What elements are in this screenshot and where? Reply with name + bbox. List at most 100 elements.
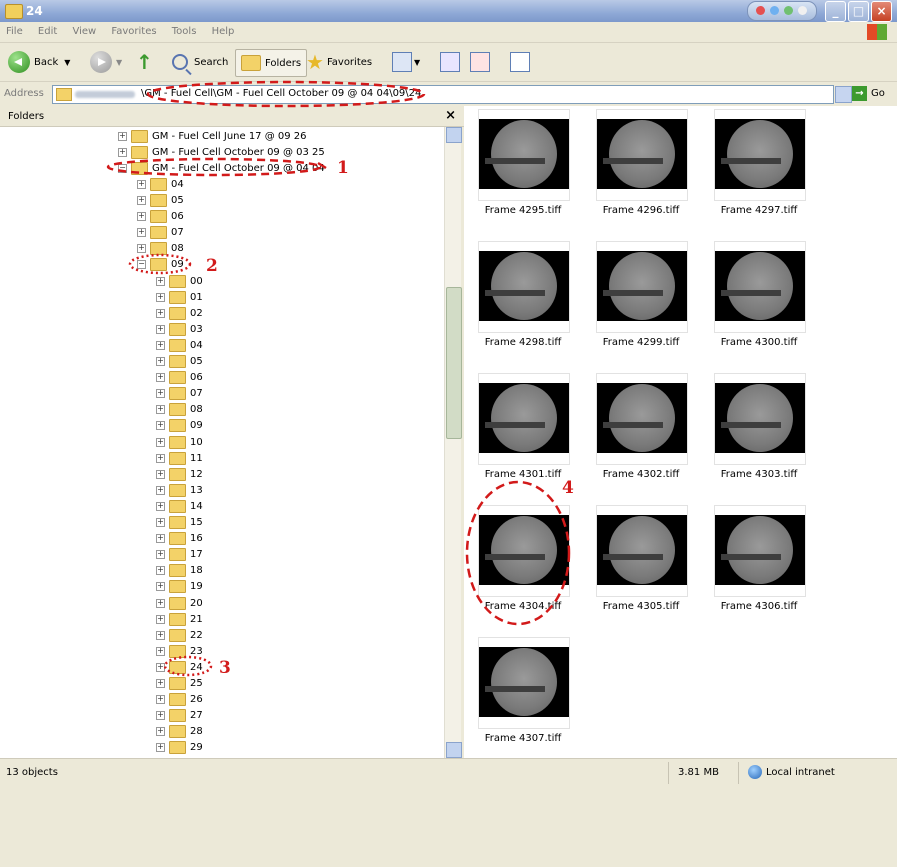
address-dropdown-button[interactable] [835,86,852,103]
address-input[interactable]: \GM - Fuel Cell\GM - Fuel Cell October 0… [52,85,834,104]
scroll-thumb[interactable] [446,287,462,439]
file-thumbnail[interactable] [478,637,570,729]
tree-item[interactable]: +05 [137,192,184,208]
tree-item[interactable]: +20 [156,595,203,611]
file-thumbnail[interactable] [596,373,688,465]
file-name-label[interactable]: Frame 4295.tiff [463,205,583,216]
expand-toggle-icon[interactable]: + [156,421,165,431]
tree-item[interactable]: +14 [156,498,203,514]
file-name-label[interactable]: Frame 4299.tiff [581,337,701,348]
expand-toggle-icon[interactable]: + [156,662,165,672]
expand-toggle-icon[interactable]: + [156,308,165,318]
tree-item[interactable]: +09 [156,418,203,434]
file-name-label[interactable]: Frame 4297.tiff [699,205,819,216]
expand-toggle-icon[interactable]: + [118,131,127,141]
expand-toggle-icon[interactable]: + [156,405,165,415]
tree-item[interactable]: + GM - Fuel Cell October 09 @ 03 25 [118,144,325,160]
tree-item[interactable]: +19 [156,579,203,595]
tree-item[interactable]: +06 [156,370,203,386]
file-name-label[interactable]: Frame 4306.tiff [699,601,819,612]
file-thumbnail[interactable] [478,109,570,201]
tree-item[interactable]: +25 [156,676,203,692]
file-name-label[interactable]: Frame 4298.tiff [463,337,583,348]
tree-item[interactable]: +27 [156,708,203,724]
tree-item[interactable]: +07 [156,386,203,402]
file-name-label[interactable]: Frame 4303.tiff [699,469,819,480]
go-button[interactable]: → Go [852,86,885,101]
file-thumbnail[interactable] [478,241,570,333]
tree-item[interactable]: +17 [156,547,203,563]
expand-toggle-icon[interactable]: + [137,243,146,253]
tree-item[interactable]: +04 [156,337,203,353]
expand-toggle-icon[interactable]: + [156,437,165,447]
expand-toggle-icon[interactable]: + [156,598,165,608]
scroll-up-button[interactable] [446,127,462,143]
file-name-label[interactable]: Frame 4304.tiff [463,601,583,612]
expand-toggle-icon[interactable]: + [156,743,165,753]
expand-toggle-icon[interactable]: + [156,373,165,383]
copy-to-button[interactable] [470,49,490,75]
file-name-label[interactable]: Frame 4307.tiff [463,733,583,744]
file-thumbnail[interactable] [714,109,806,201]
minimize-button[interactable]: _ [825,1,846,22]
tree-item[interactable]: +24 [156,659,203,675]
file-thumbnail[interactable] [478,505,570,597]
tree-item[interactable]: +10 [156,434,203,450]
dropdown-arrow-icon[interactable]: ▼ [64,58,70,67]
expand-toggle-icon[interactable]: + [156,292,165,302]
close-folders-panel-button[interactable]: × [445,108,456,123]
tree-item[interactable]: +00 [156,273,203,289]
expand-toggle-icon[interactable]: + [156,340,165,350]
file-thumbnail[interactable] [478,373,570,465]
tree-item[interactable]: +05 [156,354,203,370]
back-button[interactable]: Back ▼ [8,49,70,75]
expand-toggle-icon[interactable]: + [156,614,165,624]
tree-item[interactable]: +29 [156,740,203,756]
file-thumbnail[interactable] [714,241,806,333]
file-thumbnail[interactable] [714,373,806,465]
menu-favorites[interactable]: Favorites [105,22,162,41]
expand-toggle-icon[interactable]: + [156,727,165,737]
expand-toggle-icon[interactable]: + [156,646,165,656]
file-name-label[interactable]: Frame 4305.tiff [581,601,701,612]
dropdown-arrow-icon[interactable]: ▼ [414,58,420,67]
close-button[interactable]: × [871,1,892,22]
tree-item[interactable]: +12 [156,466,203,482]
tree-item[interactable]: +16 [156,531,203,547]
folders-button[interactable]: Folders [235,49,308,77]
menu-edit[interactable]: Edit [32,22,63,41]
file-thumbnail[interactable] [596,505,688,597]
tree-item[interactable]: +23 [156,643,203,659]
tree-item[interactable]: +13 [156,482,203,498]
file-thumbnail[interactable] [714,505,806,597]
tree-item[interactable]: +06 [137,208,184,224]
expand-toggle-icon[interactable]: + [156,518,165,527]
taskbar-widget-icon[interactable] [747,1,817,21]
tree-item[interactable]: +03 [156,321,203,337]
menu-view[interactable]: View [66,22,102,41]
dropdown-arrow-icon[interactable]: ▼ [116,58,122,67]
up-folder-button[interactable]: ↑ [136,49,153,75]
tree-item[interactable]: +26 [156,692,203,708]
expand-toggle-icon[interactable]: − [137,259,146,269]
expand-toggle-icon[interactable]: + [156,566,165,576]
expand-toggle-icon[interactable]: + [156,357,165,366]
menu-tools[interactable]: Tools [166,22,203,41]
tree-item[interactable]: +07 [137,224,184,240]
move-to-button[interactable] [440,49,460,75]
expand-toggle-icon[interactable]: + [156,324,165,334]
file-thumbnail[interactable] [596,241,688,333]
favorites-button[interactable]: ★ Favorites [306,49,372,75]
file-thumbnail[interactable] [596,109,688,201]
menu-file[interactable]: File [0,22,29,41]
menu-help[interactable]: Help [206,22,241,41]
expand-toggle-icon[interactable]: + [137,195,146,205]
tree-item[interactable]: +22 [156,627,203,643]
expand-toggle-icon[interactable]: + [156,485,165,495]
tree-item[interactable]: − GM - Fuel Cell October 09 @ 04 04 [118,160,325,176]
file-thumbnail-view[interactable]: Frame 4295.tiff Frame 4296.tiff Frame 4297… [464,106,897,758]
search-button[interactable]: Search [172,49,228,75]
tree-item[interactable]: +28 [156,724,203,740]
maximize-button[interactable]: □ [848,1,869,22]
forward-button[interactable]: ▼ [90,49,122,75]
